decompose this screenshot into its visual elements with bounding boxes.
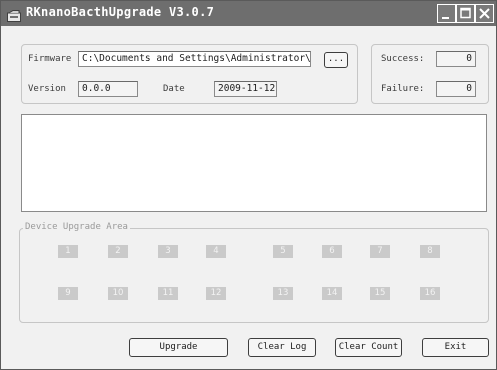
minimize-icon <box>442 17 449 19</box>
device-upgrade-group <box>19 228 489 323</box>
device-slot-3: 3 <box>158 245 178 258</box>
device-slot-10: 10 <box>108 287 128 300</box>
device-slot-5: 5 <box>273 245 293 258</box>
failure-label: Failure: <box>381 84 425 94</box>
clear-log-button[interactable]: Clear Log <box>248 338 316 357</box>
failure-count-field: 0 <box>436 81 476 97</box>
date-label: Date <box>163 84 185 94</box>
close-button[interactable] <box>475 4 494 23</box>
device-slot-16: 16 <box>420 287 440 300</box>
main-window: RKnanoBacthUpgrade V3.0.7 Firmware C:\Do… <box>0 0 497 370</box>
device-slot-14: 14 <box>322 287 342 300</box>
device-slot-2: 2 <box>108 245 128 258</box>
firmware-label: Firmware <box>28 54 72 64</box>
upgrade-app-icon <box>7 7 21 22</box>
device-slot-1: 1 <box>58 245 78 258</box>
browse-button[interactable]: ... <box>324 52 348 68</box>
clear-count-button[interactable]: Clear Count <box>335 338 402 357</box>
version-label: Version <box>28 84 66 94</box>
window-title: RKnanoBacthUpgrade V3.0.7 <box>26 5 215 19</box>
device-slot-9: 9 <box>58 287 78 300</box>
device-slot-15: 15 <box>370 287 390 300</box>
device-area-title: Device Upgrade Area <box>23 222 130 232</box>
success-count-field: 0 <box>436 51 476 67</box>
maximize-button[interactable] <box>456 4 475 23</box>
device-slot-11: 11 <box>158 287 178 300</box>
log-textarea[interactable] <box>21 114 487 212</box>
device-slot-7: 7 <box>370 245 390 258</box>
device-slot-13: 13 <box>273 287 293 300</box>
success-label: Success: <box>381 54 425 64</box>
close-icon <box>479 8 490 19</box>
device-slot-6: 6 <box>322 245 342 258</box>
maximize-icon <box>460 7 471 19</box>
minimize-button[interactable] <box>437 4 456 23</box>
date-field: 2009-11-12 <box>214 81 277 97</box>
exit-button[interactable]: Exit <box>422 338 489 357</box>
device-slot-8: 8 <box>420 245 440 258</box>
title-bar[interactable]: RKnanoBacthUpgrade V3.0.7 <box>1 1 496 26</box>
version-field: 0.0.0 <box>78 81 138 97</box>
device-slot-12: 12 <box>206 287 226 300</box>
upgrade-button[interactable]: Upgrade <box>129 338 228 357</box>
firmware-path-field[interactable]: C:\Documents and Settings\Administrator\… <box>78 51 311 67</box>
device-slot-4: 4 <box>206 245 226 258</box>
